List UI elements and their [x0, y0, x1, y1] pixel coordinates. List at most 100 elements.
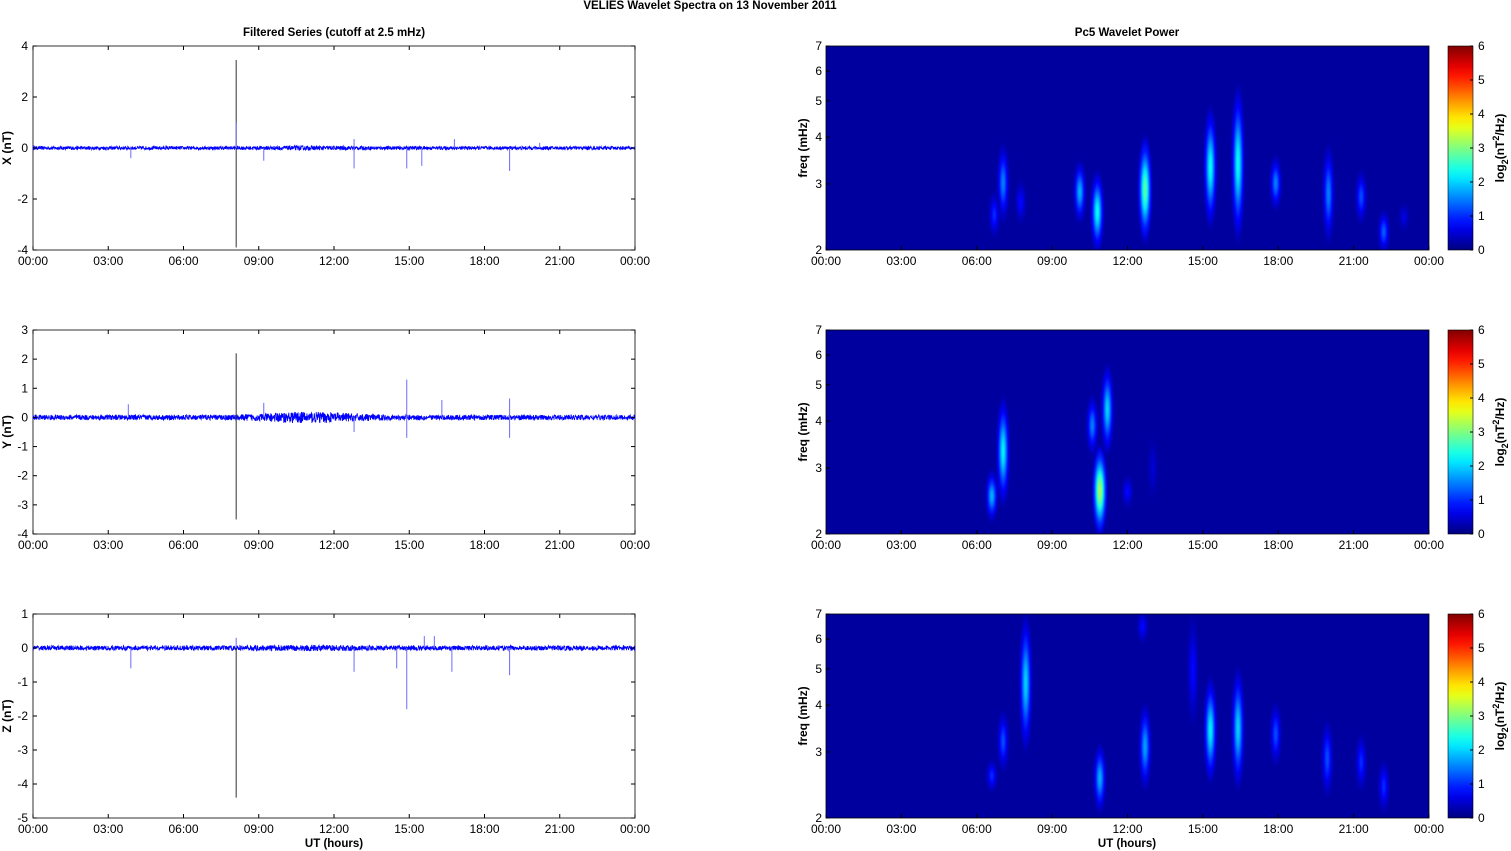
wavelet-power-blob	[1018, 614, 1034, 758]
y-tick-label: 2	[21, 90, 28, 104]
freq-tick-label: 6	[815, 348, 822, 362]
y-tick-label: -1	[17, 675, 28, 689]
colorbar: 0 1 2 3 4 5 6 log2(nT2/Hz)	[1447, 323, 1510, 541]
x-tick-label: 12:00	[319, 254, 349, 268]
x-tick-label: 15:00	[394, 538, 424, 552]
x-tick-label: 00:00	[1414, 538, 1444, 552]
x-tick-label: 15:00	[394, 254, 424, 268]
colorbar-tick-label: 4	[1478, 107, 1485, 121]
x-tick-label: 03:00	[93, 538, 123, 552]
y-tick-label: 0	[21, 641, 28, 655]
wavelet-power-blob	[1136, 131, 1154, 249]
colorbar-tick-label: 1	[1478, 209, 1485, 223]
freq-tick-label: 7	[815, 323, 822, 337]
freq-tick-label: 5	[815, 378, 822, 392]
x-tick-label: 09:00	[1037, 254, 1067, 268]
freq-axis-label: freq (mHz)	[796, 118, 810, 177]
x-tick-label: 09:00	[1037, 822, 1067, 836]
x-tick-label: 00:00	[18, 538, 48, 552]
y-tick-label: 0	[21, 410, 28, 424]
colorbar-label: log2(nT2/Hz)	[1491, 682, 1510, 751]
colorbar-label: log2(nT2/Hz)	[1491, 398, 1510, 467]
wavelet-power-blob	[1120, 473, 1135, 511]
wavelet-power-blob	[1376, 207, 1391, 250]
wavelet-panel-x: 23456700:00 03:00 06:00 09:00 12:00 15:00 18:0…	[796, 39, 1444, 268]
x-tick-label: 00:00	[1414, 822, 1444, 836]
wavelet-panel-z: 23456700:00 03:00 06:00 09:00 12:00 15:00 18:0…	[796, 607, 1444, 836]
wavelet-power-blob	[1320, 716, 1335, 802]
x-tick-label: 03:00	[93, 254, 123, 268]
x-tick-label: 00:00	[18, 254, 48, 268]
x-tick-label: 15:00	[1188, 822, 1218, 836]
colorbar-tick-label: 5	[1478, 73, 1485, 87]
wavelet-power-blob	[1321, 139, 1336, 249]
colorbar-tick-label: 5	[1478, 641, 1485, 655]
wavelet-power-blob	[985, 757, 999, 795]
y-tick-label: 1	[21, 381, 28, 395]
x-tick-label: 00:00	[620, 538, 650, 552]
x-tick-label: 18:00	[1263, 822, 1293, 836]
x-tick-label: 00:00	[18, 822, 48, 836]
y-axis-label: Z (nT)	[0, 699, 14, 732]
x-tick-label: 03:00	[886, 254, 916, 268]
wavelet-power-blob	[1230, 662, 1246, 795]
plot-area	[32, 613, 636, 819]
colorbar-tick-label: 2	[1478, 459, 1485, 473]
y-axis-label: Y (nT)	[0, 415, 14, 449]
x-tick-label: 03:00	[886, 538, 916, 552]
freq-tick-label: 6	[815, 632, 822, 646]
wavelet-background	[826, 614, 1429, 818]
x-tick-label: 06:00	[962, 538, 992, 552]
wavelet-power-blob	[1354, 730, 1368, 795]
freq-tick-label: 6	[815, 64, 822, 78]
x-tick-label: 06:00	[168, 254, 198, 268]
x-tick-label: 09:00	[1037, 538, 1067, 552]
x-tick-label: 09:00	[244, 822, 274, 836]
colorbar: 0 1 2 3 4 5 6 log2(nT2/Hz)	[1447, 607, 1510, 825]
freq-tick-label: 3	[815, 461, 822, 475]
colorbar-tick-label: 1	[1478, 493, 1485, 507]
colorbar-tick-label: 4	[1478, 675, 1485, 689]
wavelet-power-blob	[1099, 360, 1115, 459]
x-tick-label: 00:00	[620, 254, 650, 268]
wavelet-panel-y: 23456700:00 03:00 06:00 09:00 12:00 15:00 18:0…	[796, 323, 1444, 552]
freq-tick-label: 5	[815, 662, 822, 676]
colorbar-tick-label: 3	[1478, 709, 1485, 723]
x-tick-label: 21:00	[1339, 254, 1369, 268]
x-tick-label: 15:00	[1188, 254, 1218, 268]
wavelet-power-blob	[1135, 614, 1150, 646]
y-tick-label: 0	[21, 141, 28, 155]
freq-tick-label: 3	[815, 177, 822, 191]
wavelet-power-blob	[996, 707, 1011, 776]
x-tick-label: 12:00	[319, 538, 349, 552]
x-tick-label: 00:00	[1414, 254, 1444, 268]
wavelet-power-blob	[1014, 177, 1028, 227]
y-tick-label: -2	[17, 192, 28, 206]
x-tick-label: 21:00	[545, 822, 575, 836]
colorbar-tick-label: 6	[1478, 607, 1485, 621]
wavelet-power-blob	[1202, 672, 1219, 788]
x-tick-label: 09:00	[244, 254, 274, 268]
x-tick-label: 00:00	[811, 254, 841, 268]
x-tick-label: 06:00	[962, 822, 992, 836]
y-tick-label: -3	[17, 498, 28, 512]
x-tick-label: 00:00	[811, 822, 841, 836]
x-tick-label: 18:00	[469, 822, 499, 836]
colorbar-scale	[1447, 45, 1474, 251]
colorbar-scale	[1447, 329, 1474, 535]
colorbar: 0 1 2 3 4 5 6 log2(nT2/Hz)	[1447, 39, 1510, 257]
wavelet-power-blob	[1230, 79, 1246, 249]
wavelet-power-blob	[1072, 157, 1088, 227]
colorbar-tick-label: 1	[1478, 777, 1485, 791]
y-tick-label: -2	[17, 469, 28, 483]
colorbar-tick-label: 2	[1478, 743, 1485, 757]
colorbar-tick-label: 3	[1478, 425, 1485, 439]
wavelet-power-blob	[1376, 757, 1391, 817]
colorbar-tick-label: 6	[1478, 323, 1485, 337]
x-tick-label: 21:00	[1339, 538, 1369, 552]
colorbar-tick-label: 2	[1478, 175, 1485, 189]
x-tick-label: 15:00	[1188, 538, 1218, 552]
x-tick-label: 12:00	[1112, 254, 1142, 268]
colorbar-tick-label: 0	[1478, 243, 1485, 257]
wavelet-power-blob	[1092, 740, 1108, 817]
